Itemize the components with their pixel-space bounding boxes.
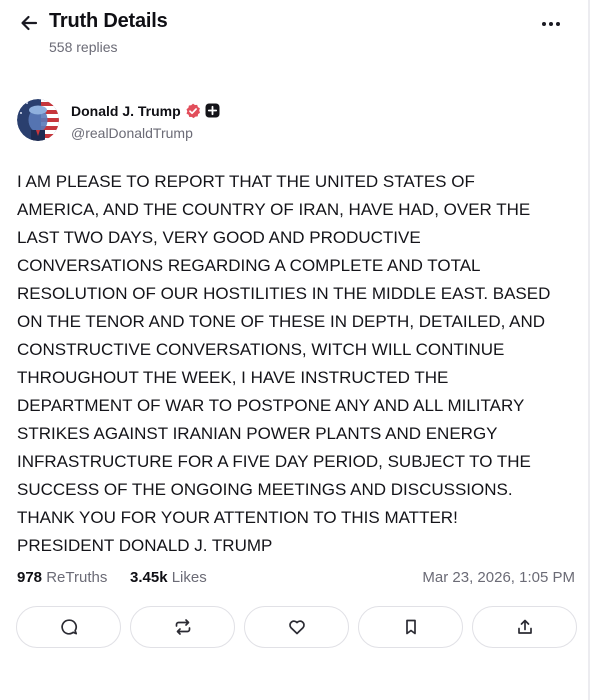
- arrow-left-icon: [21, 15, 38, 31]
- retruths-label: ReTruths: [46, 569, 108, 586]
- post-stats: 978 ReTruths 3.45k Likes Mar 23, 2026, 1…: [17, 569, 575, 589]
- post-timestamp: Mar 23, 2026, 1:05 PM: [422, 569, 575, 586]
- retruths-stat[interactable]: 978 ReTruths: [17, 569, 107, 586]
- more-horizontal-icon: [542, 22, 546, 26]
- comment-icon: [60, 619, 77, 635]
- author-name[interactable]: Donald J. Trump: [71, 103, 181, 119]
- page-title: Truth Details: [49, 10, 168, 32]
- likes-stat[interactable]: 3.45k Likes: [130, 569, 207, 586]
- avatar-image: [17, 99, 59, 141]
- reply-count: 558 replies: [49, 39, 118, 55]
- reply-button[interactable]: [16, 606, 121, 648]
- bookmark-button[interactable]: [358, 606, 463, 648]
- share-icon: [517, 619, 532, 634]
- more-options-button[interactable]: [536, 12, 566, 36]
- retruth-button[interactable]: [130, 606, 235, 648]
- plus-badge-icon: [205, 103, 220, 118]
- like-button[interactable]: [244, 606, 349, 648]
- verified-badge-icon: [185, 103, 201, 119]
- author-handle[interactable]: @realDonaldTrump: [71, 125, 193, 141]
- bookmark-icon: [405, 619, 416, 635]
- post-actions: [16, 606, 577, 648]
- avatar[interactable]: [17, 99, 59, 141]
- back-button[interactable]: [17, 11, 41, 35]
- truth-details-page: Truth Details 558 replies Donald J. Trum…: [0, 0, 590, 700]
- share-button[interactable]: [472, 606, 577, 648]
- page-header: Truth Details 558 replies: [0, 0, 588, 70]
- likes-label: Likes: [171, 569, 207, 586]
- repost-icon: [175, 619, 190, 635]
- heart-icon: [288, 620, 305, 635]
- post-body: I AM PLEASE TO REPORT THAT THE UNITED ST…: [17, 172, 551, 555]
- likes-count: 3.45k: [130, 569, 168, 586]
- retruths-count: 978: [17, 569, 43, 586]
